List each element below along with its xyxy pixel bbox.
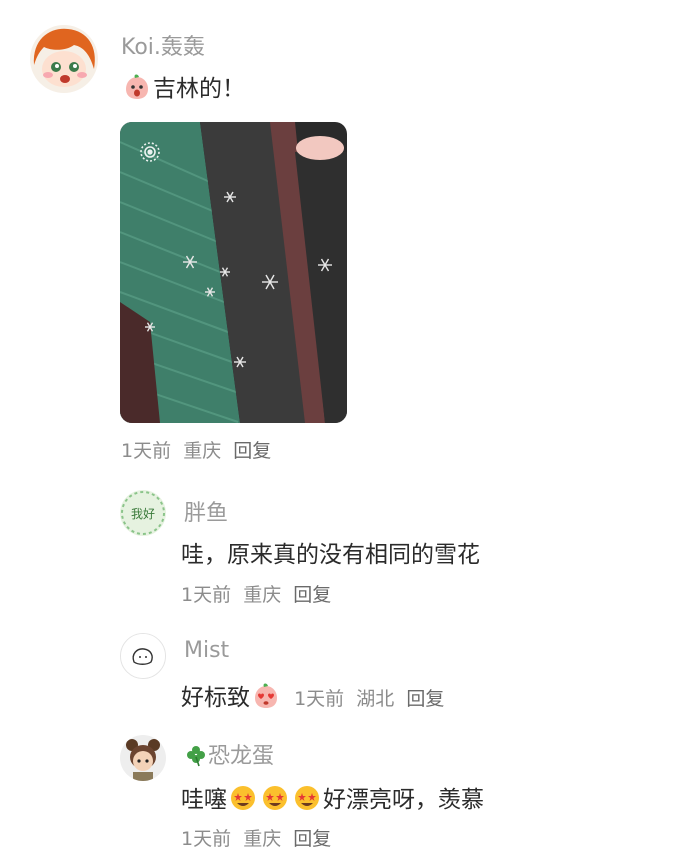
avatar-image: [121, 634, 165, 678]
comment-text: 吉林的！: [121, 69, 245, 103]
reply-time: 1天前: [181, 828, 232, 850]
peach-surprised-emoji-icon: [123, 73, 151, 101]
star-struck-emoji-icon: [261, 784, 289, 812]
star-struck-emoji-icon: [293, 784, 321, 812]
avatar-image: 我好: [120, 490, 166, 536]
reply-username[interactable]: 胖鱼: [184, 495, 228, 527]
reply-meta: 1天前 重庆 回复: [181, 824, 331, 851]
avatar-image: [30, 25, 98, 93]
reply-meta: 1天前 湖北 回复: [282, 688, 444, 710]
reply-time: 1天前: [181, 584, 232, 606]
clover-icon: [184, 743, 208, 767]
reply-text-part: 哇噻: [181, 787, 227, 813]
comment-location: 重庆: [183, 440, 222, 462]
reply-location: 湖北: [356, 688, 395, 710]
reply-button[interactable]: 回复: [406, 688, 444, 710]
comment-photo[interactable]: [120, 122, 347, 423]
comment-text-content: 吉林的！: [153, 76, 245, 102]
reply-location: 重庆: [243, 828, 282, 850]
reply-content: 好标致 1天前 湖北 回复: [181, 678, 444, 712]
reply-time: 1天前: [294, 688, 345, 710]
avatar[interactable]: [120, 735, 166, 781]
reply-location: 重庆: [243, 584, 282, 606]
reply-text: 哇噻 好漂亮呀，羡慕: [181, 780, 484, 814]
reply-username-row: 恐龙蛋: [184, 738, 274, 770]
peach-heart-eyes-emoji-icon: [252, 682, 280, 710]
avatar[interactable]: [120, 633, 166, 679]
reply-text: 哇，原来真的没有相同的雪花: [181, 542, 480, 568]
reply-meta: 1天前 重庆 回复: [181, 580, 331, 607]
reply-button[interactable]: 回复: [293, 584, 331, 606]
avatar[interactable]: [30, 25, 98, 93]
svg-text:我好: 我好: [131, 507, 155, 521]
reply-username[interactable]: 恐龙蛋: [208, 744, 274, 769]
comment-username[interactable]: Koi.轰轰: [121, 29, 205, 61]
comment-time: 1天前: [121, 440, 172, 462]
reply-text-part: 好漂亮呀，羡慕: [323, 787, 484, 813]
snowflake-on-scarf-image: [120, 122, 347, 423]
reply-username[interactable]: Mist: [184, 638, 229, 663]
reply-text: 好标致: [181, 685, 250, 711]
star-struck-emoji-icon: [229, 784, 257, 812]
avatar-image: [120, 735, 166, 781]
comment-meta: 1天前 重庆 回复: [121, 436, 271, 463]
reply-button[interactable]: 回复: [233, 440, 271, 462]
avatar[interactable]: 我好: [120, 490, 166, 536]
reply-button[interactable]: 回复: [293, 828, 331, 850]
